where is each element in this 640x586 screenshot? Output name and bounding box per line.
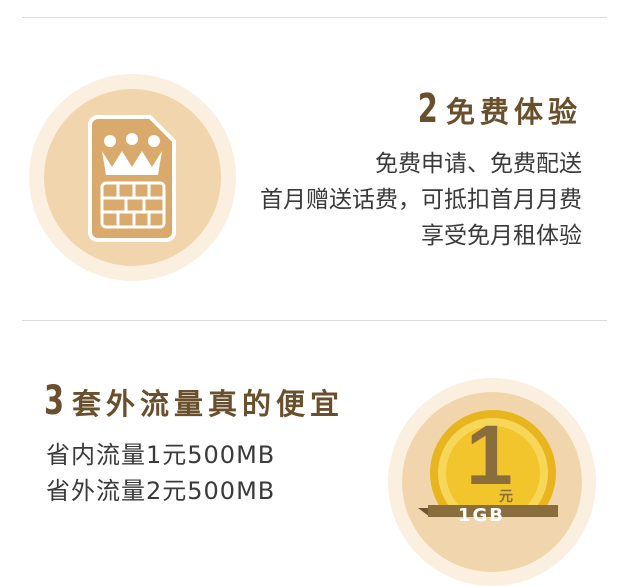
middle-divider	[22, 320, 607, 321]
section3-line: 省外流量2元500MB	[46, 477, 276, 505]
section3-line: 省内流量1元500MB	[46, 441, 276, 469]
sim-card-crown-icon	[88, 115, 176, 242]
section2-line: 享受免月租体验	[421, 223, 582, 249]
section3-title: 套外流量真的便宜	[72, 387, 345, 421]
section3-number: 3	[44, 378, 65, 424]
section2-description: 免费申请、免费配送 首月赠送话费，可抵扣首月月费 享受免月租体验	[260, 146, 582, 254]
section2-number: 2	[417, 86, 438, 132]
section3-heading: 3 套外流量真的便宜	[44, 378, 344, 424]
top-divider	[22, 17, 607, 18]
coin-unit: 元	[499, 489, 513, 505]
section3-description: 省内流量1元500MB 省外流量2元500MB	[46, 437, 275, 509]
section2-line: 首月赠送话费，可抵扣首月月费	[260, 187, 582, 213]
section2-line: 免费申请、免费配送	[375, 151, 582, 177]
section2-title: 免费体验	[445, 95, 582, 129]
section2-heading: 2 免费体验	[410, 86, 582, 132]
coin-ribbon-text: 1GB	[458, 505, 506, 526]
